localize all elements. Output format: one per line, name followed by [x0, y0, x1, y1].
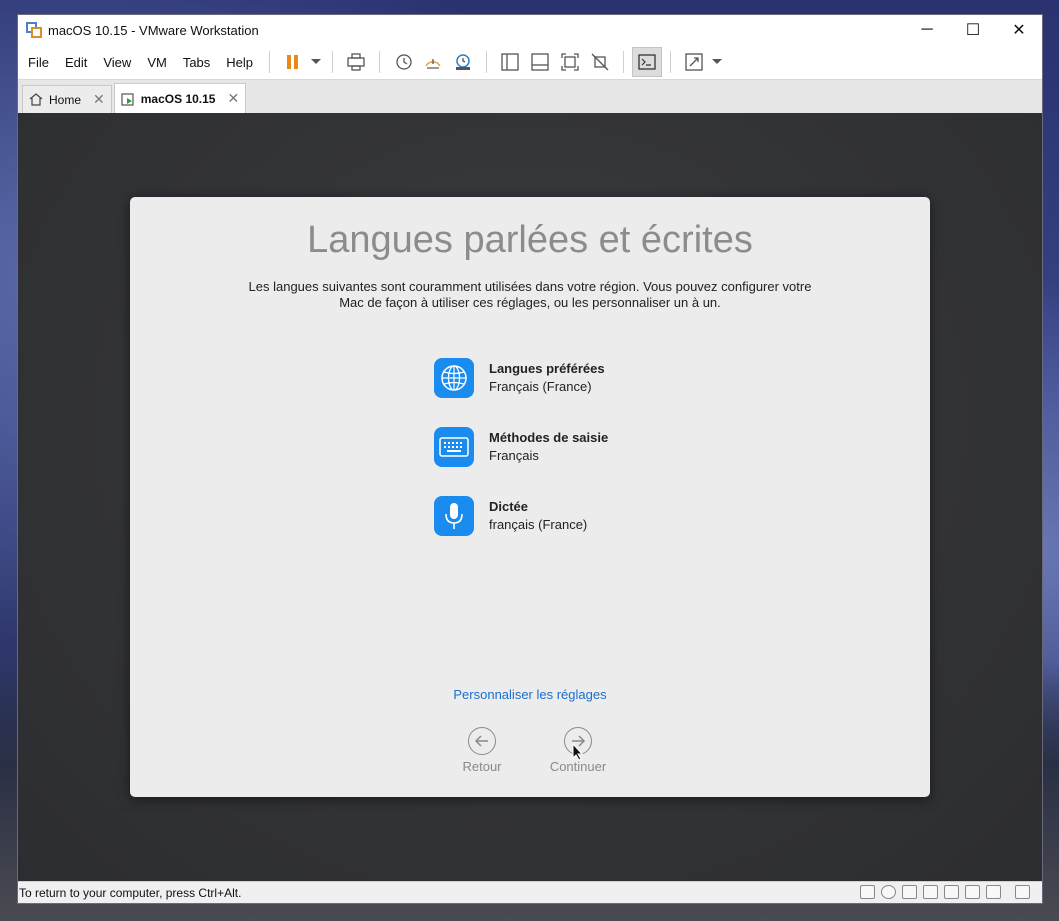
- home-icon: [29, 93, 43, 106]
- toolbar-separator: [379, 51, 381, 73]
- globe-icon: [434, 358, 474, 398]
- title-bar: macOS 10.15 - VMware Workstation ─ ☐ ✕: [18, 15, 1042, 45]
- option-value: Français: [489, 448, 539, 463]
- setup-description-line1: Les langues suivantes sont couramment ut…: [248, 279, 812, 294]
- tab-home[interactable]: Home ✕: [22, 85, 112, 113]
- library-view-icon[interactable]: [495, 47, 525, 77]
- toolbar-separator: [269, 51, 271, 73]
- send-ctrl-alt-del-icon[interactable]: [341, 47, 371, 77]
- mouse-cursor-icon: [572, 743, 584, 761]
- printer-icon[interactable]: [965, 885, 980, 899]
- option-title: Méthodes de saisie: [489, 430, 609, 445]
- tab-home-close-icon[interactable]: ✕: [93, 91, 105, 108]
- tab-macos-close-icon[interactable]: ✕: [227, 90, 239, 107]
- minimize-button[interactable]: ─: [904, 15, 950, 45]
- option-title: Dictée: [489, 499, 529, 514]
- option-title: Langues préférées: [489, 361, 605, 376]
- thumbnail-view-icon[interactable]: [525, 47, 555, 77]
- setup-assistant-panel: Langues parlées et écrites Les langues s…: [130, 197, 930, 797]
- toolbar-separator: [623, 51, 625, 73]
- maximize-button[interactable]: ☐: [950, 15, 996, 45]
- stretch-dropdown-icon[interactable]: [709, 47, 725, 77]
- option-dictation: Dictée français (France): [434, 496, 587, 536]
- menu-edit[interactable]: Edit: [57, 55, 95, 70]
- stretch-guest-icon[interactable]: [679, 47, 709, 77]
- setup-description-line2: Mac de façon à utiliser ces réglages, ou…: [339, 295, 721, 310]
- vmware-window: macOS 10.15 - VMware Workstation ─ ☐ ✕ F…: [17, 14, 1043, 904]
- snapshot-icon[interactable]: [388, 47, 418, 77]
- vm-console[interactable]: Langues parlées et écrites Les langues s…: [18, 113, 1042, 881]
- option-value: français (France): [489, 517, 588, 532]
- vm-tab-icon: [121, 92, 135, 106]
- window-title: macOS 10.15 - VMware Workstation: [48, 22, 259, 38]
- status-bar: To return to your computer, press Ctrl+A…: [18, 881, 1042, 903]
- hard-disk-icon[interactable]: [860, 885, 875, 899]
- microphone-icon: [434, 496, 474, 536]
- option-value: Français (France): [489, 379, 592, 394]
- snapshot-manager-icon[interactable]: [448, 47, 478, 77]
- vmware-app-icon: [26, 22, 42, 38]
- back-label: Retour: [462, 759, 502, 774]
- setup-title: Langues parlées et écrites: [307, 219, 753, 261]
- menu-bar: File Edit View VM Tabs Help: [18, 45, 1042, 80]
- status-message: To return to your computer, press Ctrl+A…: [19, 885, 242, 900]
- keyboard-icon: [434, 427, 474, 467]
- customize-settings-link[interactable]: Personnaliser les réglages: [130, 687, 930, 702]
- speaker-icon[interactable]: [986, 885, 1001, 899]
- option-preferred-languages: Langues préférées Français (France): [434, 358, 605, 398]
- toolbar-separator: [486, 51, 488, 73]
- console-view-icon[interactable]: [632, 47, 663, 77]
- full-screen-icon[interactable]: [555, 47, 585, 77]
- menu-help[interactable]: Help: [218, 55, 261, 70]
- back-button[interactable]: Retour: [437, 727, 527, 774]
- sound-card-icon[interactable]: [944, 885, 959, 899]
- pause-icon[interactable]: [278, 47, 308, 77]
- tab-macos-label: macOS 10.15: [140, 91, 216, 106]
- toolbar-separator: [670, 51, 672, 73]
- network-adapter-icon[interactable]: [902, 885, 917, 899]
- unity-mode-icon[interactable]: [585, 47, 615, 77]
- menu-file[interactable]: File: [18, 55, 57, 70]
- revert-snapshot-icon[interactable]: [418, 47, 448, 77]
- tab-bar: Home ✕ macOS 10.15 ✕: [18, 80, 1042, 114]
- continue-label: Continuer: [549, 759, 607, 774]
- menu-view[interactable]: View: [95, 55, 139, 70]
- close-button[interactable]: ✕: [996, 15, 1042, 45]
- option-input-methods: Méthodes de saisie Français: [434, 427, 608, 467]
- cd-dvd-icon[interactable]: [881, 885, 896, 899]
- usb-controller-icon[interactable]: [923, 885, 938, 899]
- toolbar-separator: [332, 51, 334, 73]
- arrow-left-icon: [468, 727, 496, 755]
- setup-description: Les langues suivantes sont couramment ut…: [220, 279, 840, 311]
- menu-vm[interactable]: VM: [139, 55, 175, 70]
- menu-tabs[interactable]: Tabs: [175, 55, 218, 70]
- tab-home-label: Home: [49, 92, 82, 107]
- message-log-icon[interactable]: [1015, 885, 1030, 899]
- tab-macos[interactable]: macOS 10.15 ✕: [113, 83, 247, 113]
- power-dropdown-icon[interactable]: [308, 47, 324, 77]
